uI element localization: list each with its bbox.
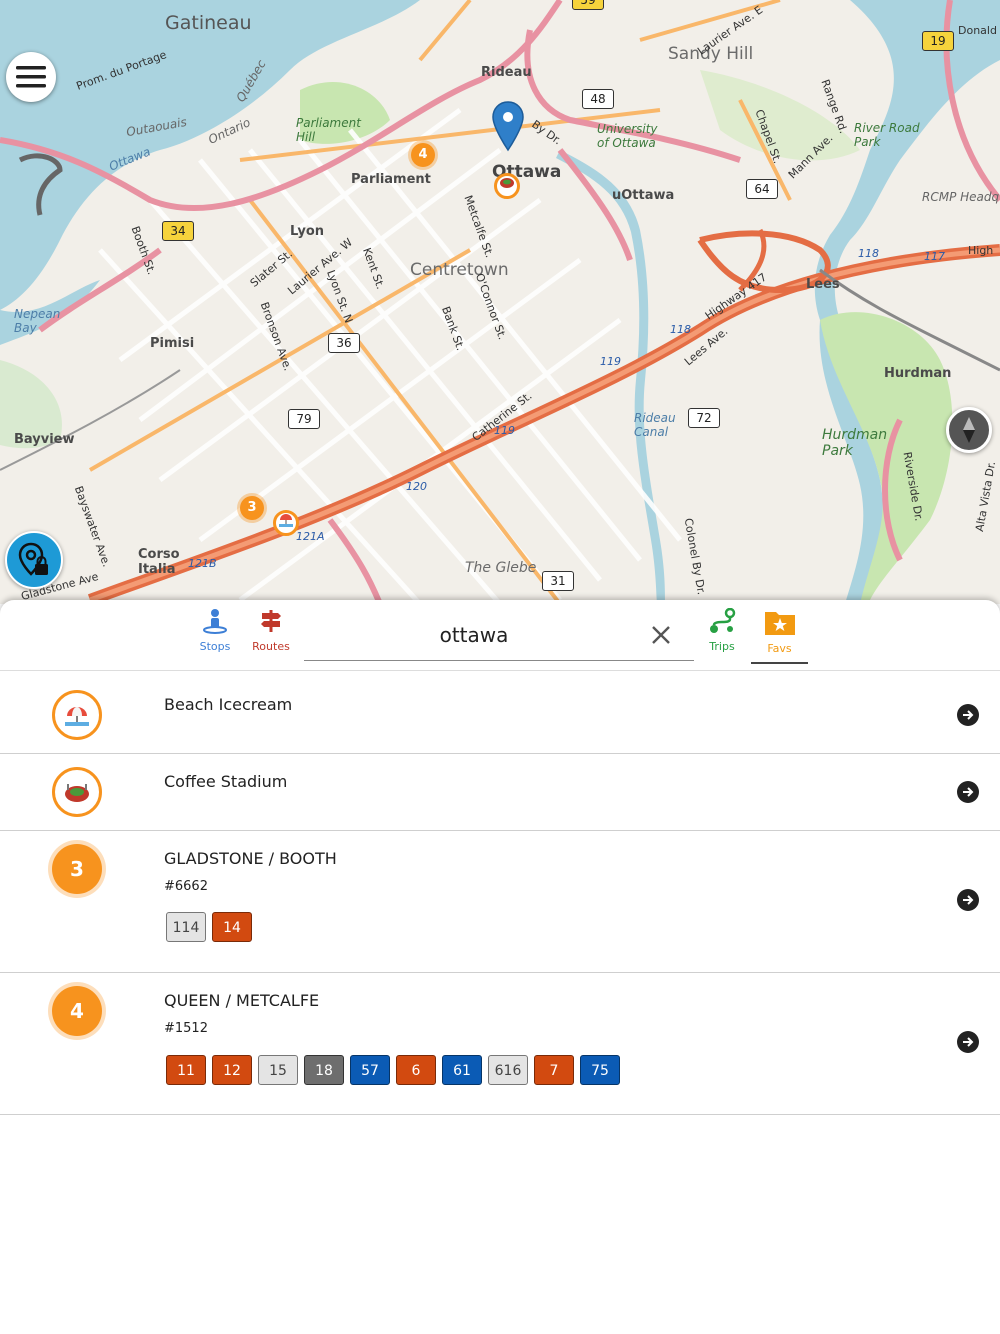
favorite-title: Beach Icecream — [164, 695, 293, 714]
tab-trips-label: Trips — [709, 640, 735, 653]
arrow-right-icon — [963, 787, 974, 797]
stop-title: GLADSTONE / BOOTH — [164, 849, 337, 868]
compass-icon — [963, 417, 975, 443]
road-shield-64: 64 — [746, 179, 778, 199]
list-item-stop[interactable]: 4 QUEEN / METCALFE #1512 11 12 15 18 57 … — [0, 973, 1000, 1115]
favorite-icon-circle — [52, 690, 102, 740]
go-arrow-button[interactable] — [957, 781, 979, 803]
road-shield-79: 79 — [288, 409, 320, 429]
list-item-favorite[interactable]: Beach Icecream — [0, 670, 1000, 754]
list-item-stop[interactable]: 3 GLADSTONE / BOOTH #6662 114 14 — [0, 831, 1000, 973]
stop-badge: 4 — [52, 986, 102, 1036]
search-input[interactable] — [304, 616, 644, 654]
route-chips: 11 12 15 18 57 6 61 616 7 75 — [166, 1055, 620, 1085]
favorite-icon-circle — [52, 767, 102, 817]
location-lock-button[interactable] — [5, 531, 63, 589]
list-item-favorite[interactable]: Coffee Stadium — [0, 754, 1000, 831]
stadium-marker[interactable] — [494, 173, 520, 199]
close-icon — [652, 626, 670, 644]
road-shield-72: 72 — [688, 408, 720, 428]
stop-cluster-marker-4[interactable]: 4 — [411, 143, 435, 167]
signpost-icon — [261, 610, 281, 632]
favorite-title: Coffee Stadium — [164, 772, 288, 791]
route-chip[interactable]: 75 — [580, 1055, 620, 1085]
tab-stops[interactable]: Stops — [187, 608, 243, 664]
arrow-right-icon — [963, 710, 974, 720]
favorites-folder-icon — [764, 612, 795, 635]
road-shield-31: 31 — [542, 571, 574, 591]
route-chips: 114 14 — [166, 912, 252, 942]
map-base — [0, 0, 1000, 604]
road-shield-34: 34 — [162, 221, 194, 241]
tab-favs[interactable]: Favs — [751, 608, 808, 664]
tab-favs-label: Favs — [767, 642, 792, 655]
arrow-right-icon — [963, 1037, 974, 1047]
tab-trips[interactable]: Trips — [694, 607, 750, 664]
route-chip[interactable]: 616 — [488, 1055, 528, 1085]
route-chip[interactable]: 114 — [166, 912, 206, 942]
person-stop-icon — [203, 609, 227, 634]
road-shield-59: 59 — [572, 0, 604, 10]
stop-title: QUEEN / METCALFE — [164, 991, 320, 1010]
route-chip[interactable]: 15 — [258, 1055, 298, 1085]
route-path-icon — [710, 607, 736, 633]
stadium-icon — [500, 178, 514, 188]
go-arrow-button[interactable] — [957, 704, 979, 726]
stop-code: #6662 — [164, 879, 208, 894]
road-shield-19: 19 — [922, 31, 954, 51]
clear-search-button[interactable] — [646, 620, 676, 650]
beach-umbrella-icon — [279, 514, 293, 527]
beach-umbrella-icon — [65, 707, 89, 726]
go-arrow-button[interactable] — [957, 889, 979, 911]
stadium-icon — [65, 784, 89, 802]
beach-marker[interactable] — [273, 510, 299, 536]
arrow-right-icon — [963, 895, 974, 905]
tab-routes-label: Routes — [252, 640, 290, 653]
stop-cluster-marker-3[interactable]: 3 — [240, 496, 264, 520]
route-chip[interactable]: 18 — [304, 1055, 344, 1085]
compass-button[interactable] — [946, 407, 992, 453]
menu-button[interactable] — [6, 52, 56, 102]
route-chip[interactable]: 7 — [534, 1055, 574, 1085]
route-chip[interactable]: 61 — [442, 1055, 482, 1085]
go-arrow-button[interactable] — [957, 1031, 979, 1053]
location-lock-icon — [18, 542, 48, 576]
stop-code: #1512 — [164, 1021, 208, 1036]
route-chip[interactable]: 14 — [212, 912, 252, 942]
route-chip[interactable]: 6 — [396, 1055, 436, 1085]
route-chip[interactable]: 12 — [212, 1055, 252, 1085]
stop-badge: 3 — [52, 844, 102, 894]
tab-routes[interactable]: Routes — [243, 608, 299, 664]
road-shield-36: 36 — [328, 333, 360, 353]
search-box — [304, 616, 694, 661]
tab-stops-label: Stops — [199, 640, 231, 653]
bottom-panel: Stops Routes ottawa Trips Favs Beach Ice… — [0, 600, 1000, 1334]
route-chip[interactable]: 11 — [166, 1055, 206, 1085]
road-shield-48: 48 — [582, 89, 614, 109]
route-chip[interactable]: 57 — [350, 1055, 390, 1085]
hamburger-menu-icon — [16, 66, 46, 88]
location-pin-icon[interactable] — [490, 100, 526, 154]
map-view[interactable]: Gatineau Sandy Hill Centretown The Glebe… — [0, 0, 1000, 604]
search-toolbar: Stops Routes ottawa Trips Favs — [0, 600, 1000, 671]
